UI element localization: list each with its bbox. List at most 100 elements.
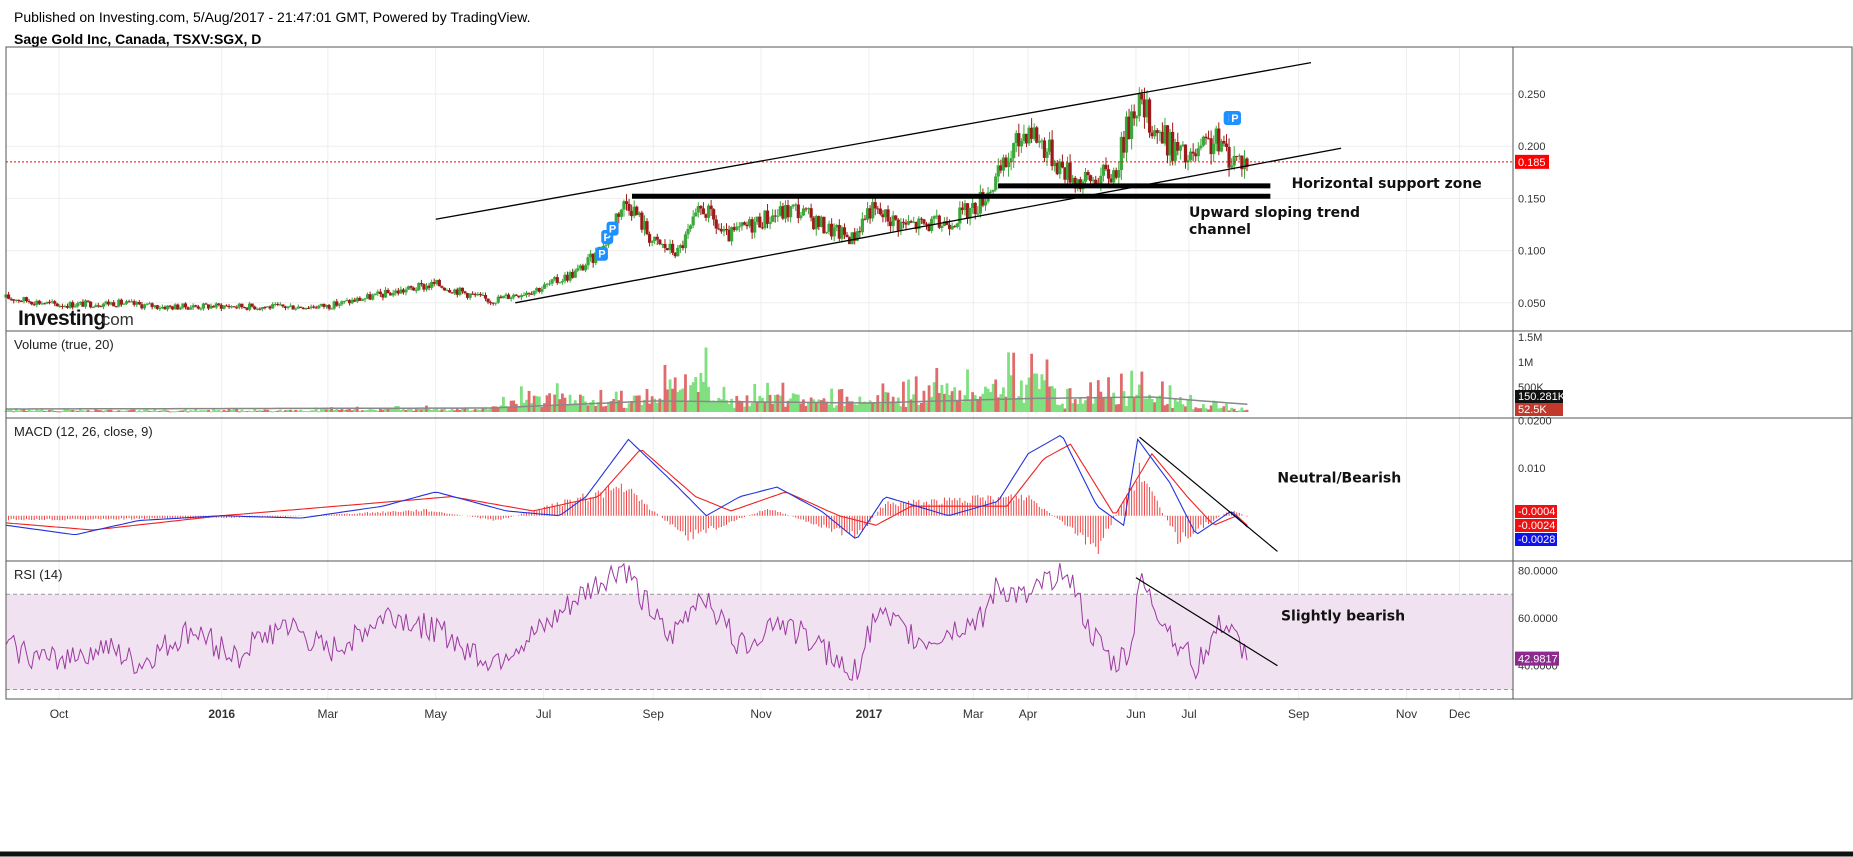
volume-bar <box>950 391 954 412</box>
candle-body <box>478 293 482 296</box>
volume-bar <box>814 401 818 412</box>
volume-bar <box>555 383 559 412</box>
volume-bar <box>412 410 416 412</box>
candle-body <box>486 298 490 303</box>
volume-bar <box>1176 401 1180 412</box>
volume-bar <box>55 411 59 413</box>
volume-bar <box>486 409 490 412</box>
candle-body <box>1199 145 1203 149</box>
volume-bar <box>232 408 236 412</box>
candle-body <box>689 225 693 229</box>
volume-bar <box>802 399 805 412</box>
candle-body <box>158 308 162 310</box>
volume-bar <box>989 392 993 412</box>
candle-body <box>55 303 59 307</box>
volume-bar <box>350 410 354 412</box>
candle-body <box>460 287 465 292</box>
volume-bar <box>930 396 934 412</box>
candle-body <box>363 298 367 300</box>
candle-body <box>619 209 623 217</box>
candle-body <box>527 292 531 294</box>
volume-bar <box>914 376 918 412</box>
volume-bar <box>1091 403 1095 412</box>
volume-bar <box>812 399 816 412</box>
investing-logo: Investing <box>18 307 106 330</box>
axes: 0.0500.1000.1500.2000.2500.1851.5M1M500K… <box>1515 89 1566 673</box>
macd-tick-label: 0.010 <box>1518 463 1546 475</box>
candle-body <box>1227 146 1231 168</box>
volume-bar <box>960 401 964 412</box>
volume-bar <box>709 401 713 412</box>
candle-body <box>824 231 829 234</box>
chart-canvas[interactable]: PPPIP 0.0500.1000.1500.2000.2500.1851.5M… <box>0 0 1853 857</box>
x-tick-label: Oct <box>50 707 69 721</box>
volume-bar <box>860 402 864 412</box>
volume-bar <box>1043 380 1046 412</box>
volume-bar <box>891 396 895 412</box>
candle-body <box>86 300 90 302</box>
volume-bar <box>1240 407 1244 412</box>
volume-bar <box>686 400 690 412</box>
volume-bar <box>325 409 328 412</box>
volume-bar <box>1122 391 1126 412</box>
volume-bar <box>622 407 626 412</box>
annotation-text: Slightly bearish <box>1281 608 1405 624</box>
volume-bar <box>771 403 775 412</box>
drawings[interactable] <box>435 62 1342 667</box>
candle-body <box>250 303 254 307</box>
volume-bar <box>1189 394 1192 412</box>
volume-bar <box>71 409 75 412</box>
volume-bar <box>978 396 982 412</box>
candle-body <box>1117 169 1121 178</box>
volume-bar <box>671 388 675 412</box>
volume-bar <box>1235 411 1239 413</box>
volume-bar <box>309 410 313 412</box>
volume-bar <box>632 395 636 412</box>
drawn-trend-line[interactable] <box>1139 436 1278 552</box>
volume-bar <box>937 393 941 412</box>
volume-bar <box>296 410 300 412</box>
volume-bar <box>148 410 151 412</box>
volume-bar <box>327 409 331 412</box>
volume-bar <box>799 403 803 412</box>
volume-bar <box>699 372 703 412</box>
volume-bar <box>225 410 228 412</box>
candle-body <box>1086 172 1090 176</box>
volume-bar <box>868 400 872 412</box>
volume-bar <box>1102 397 1105 412</box>
volume-bar <box>1219 407 1223 412</box>
volume-bar <box>612 399 616 412</box>
volume-bar <box>17 410 21 412</box>
volume-bar <box>873 402 877 412</box>
volume-bar <box>1181 404 1185 412</box>
candle-body <box>1104 164 1108 170</box>
candle-body <box>1147 99 1152 133</box>
volume-bar <box>668 379 672 412</box>
volume-bar <box>1163 405 1167 412</box>
volume-bar <box>763 401 767 412</box>
volume-bar <box>202 410 205 412</box>
candle-body <box>799 215 803 219</box>
volume-bar <box>1207 409 1210 412</box>
candle-body <box>655 236 659 240</box>
volume-bar <box>430 409 434 412</box>
candle-body <box>658 239 662 245</box>
volume-bar <box>178 410 182 412</box>
volume-bar <box>948 395 951 412</box>
candle-body <box>17 299 21 302</box>
volume-bar <box>1104 397 1108 412</box>
volume-bar <box>1155 397 1159 412</box>
volume-bar <box>561 393 564 412</box>
volume-bar <box>291 410 295 412</box>
volume-bar <box>778 395 782 412</box>
volume-bar <box>104 410 108 412</box>
volume-bar <box>712 400 716 412</box>
volume-bar <box>904 406 908 412</box>
volume-bar <box>294 409 298 412</box>
candle-body <box>1222 140 1226 144</box>
volume-bar <box>1109 397 1113 412</box>
volume-bar <box>119 410 123 412</box>
volume-bar <box>550 406 554 412</box>
event-badge-label: P <box>1231 113 1238 125</box>
macd-last-label: -0.0024 <box>1518 520 1555 532</box>
